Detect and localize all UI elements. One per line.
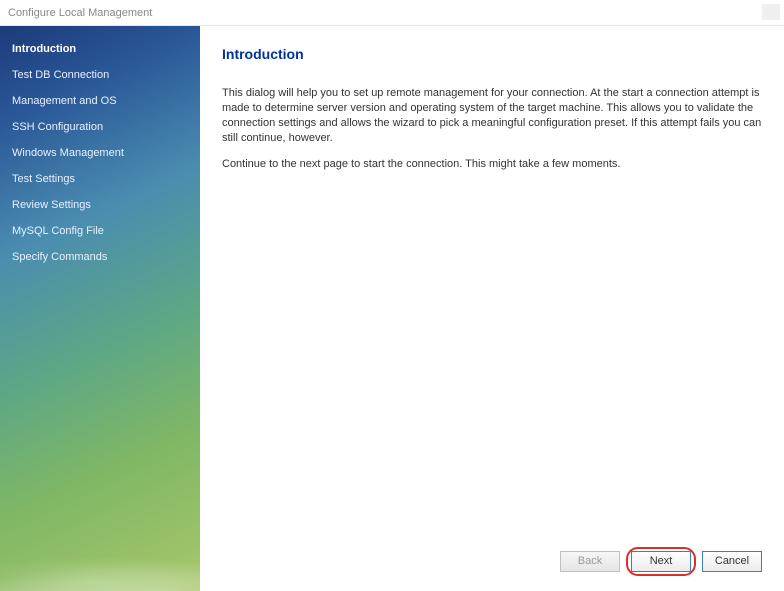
sidebar-item-specify-commands[interactable]: Specify Commands	[0, 244, 200, 270]
sidebar-item-label: Review Settings	[12, 199, 91, 211]
wizard-window: Configure Local Management Introduction …	[0, 0, 784, 591]
wizard-footer: Back Next Cancel	[222, 543, 762, 579]
sidebar-item-management-and-os[interactable]: Management and OS	[0, 88, 200, 114]
sidebar-item-label: Specify Commands	[12, 251, 107, 263]
dialog-body: Introduction Test DB Connection Manageme…	[0, 26, 784, 591]
titlebar: Configure Local Management	[0, 0, 784, 26]
close-icon[interactable]	[762, 4, 780, 20]
sidebar-item-introduction[interactable]: Introduction	[0, 36, 200, 62]
sidebar-item-test-settings[interactable]: Test Settings	[0, 166, 200, 192]
next-button[interactable]: Next	[631, 551, 691, 572]
wizard-sidebar: Introduction Test DB Connection Manageme…	[0, 26, 200, 591]
intro-paragraph-2: Continue to the next page to start the c…	[222, 157, 762, 172]
sidebar-item-label: Windows Management	[12, 147, 124, 159]
sidebar-item-mysql-config-file[interactable]: MySQL Config File	[0, 218, 200, 244]
sidebar-item-label: Management and OS	[12, 95, 117, 107]
wizard-content: Introduction This dialog will help you t…	[222, 46, 762, 543]
sidebar-item-label: Test Settings	[12, 173, 75, 185]
back-button: Back	[560, 551, 620, 572]
sidebar-item-label: Test DB Connection	[12, 69, 109, 81]
cancel-button[interactable]: Cancel	[702, 551, 762, 572]
sidebar-item-label: Introduction	[12, 43, 76, 55]
sidebar-item-windows-management[interactable]: Windows Management	[0, 140, 200, 166]
sidebar-item-label: MySQL Config File	[12, 225, 104, 237]
sidebar-item-label: SSH Configuration	[12, 121, 103, 133]
window-title: Configure Local Management	[8, 7, 152, 19]
page-title: Introduction	[222, 46, 762, 62]
next-highlight: Next	[626, 547, 696, 576]
sidebar-item-ssh-configuration[interactable]: SSH Configuration	[0, 114, 200, 140]
sidebar-item-review-settings[interactable]: Review Settings	[0, 192, 200, 218]
intro-paragraph-1: This dialog will help you to set up remo…	[222, 86, 762, 145]
sidebar-item-test-db-connection[interactable]: Test DB Connection	[0, 62, 200, 88]
wizard-main: Introduction This dialog will help you t…	[200, 26, 784, 591]
